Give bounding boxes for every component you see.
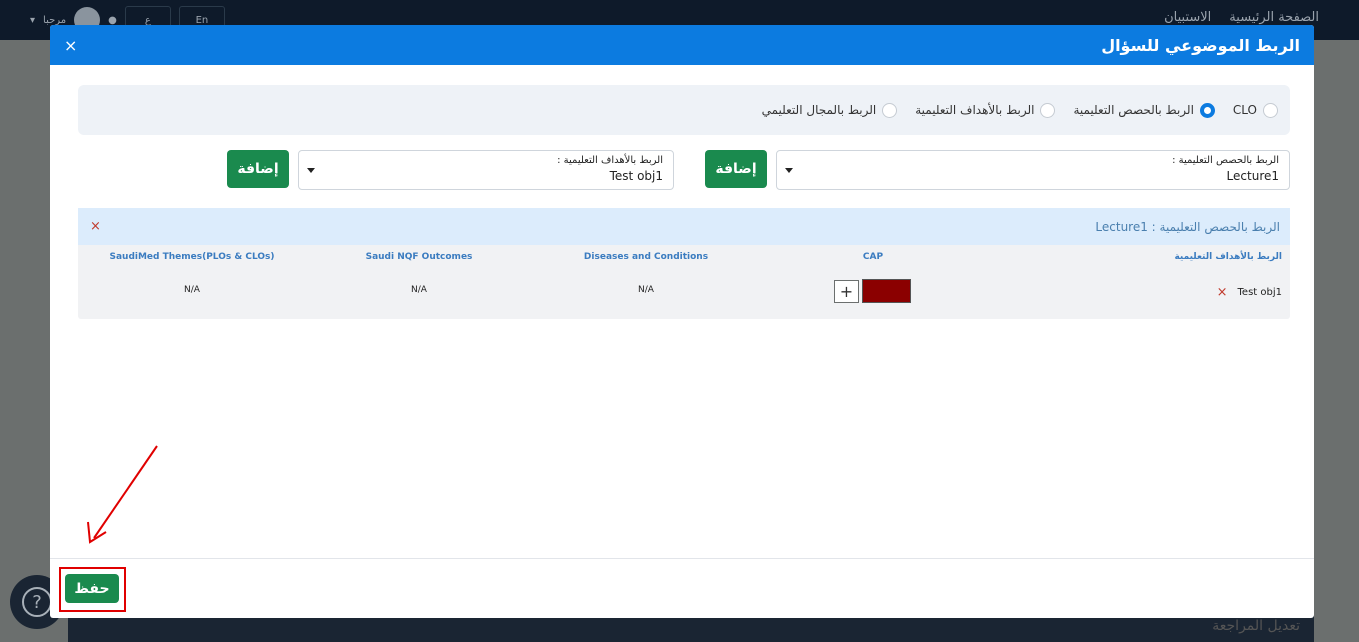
annotation-arrow: [87, 445, 158, 544]
